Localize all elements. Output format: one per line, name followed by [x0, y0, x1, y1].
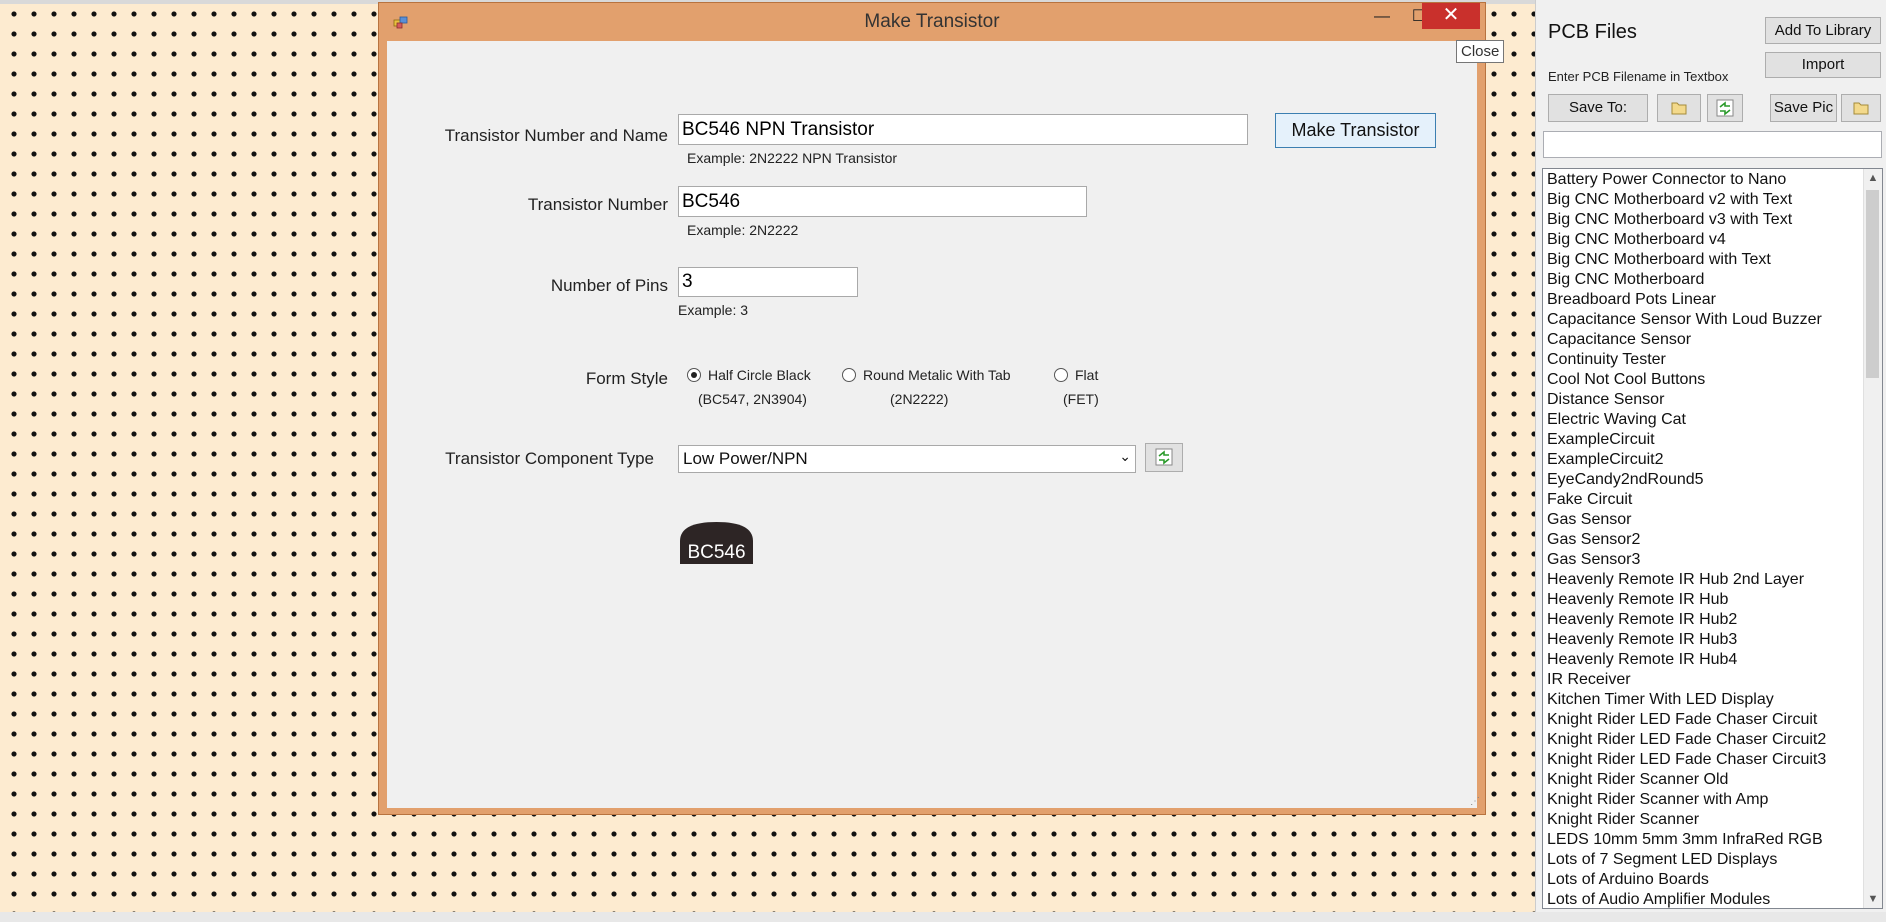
name-hint: Example: 2N2222 NPN Transistor: [687, 150, 898, 166]
folder-icon: [1671, 102, 1687, 115]
radio-dot-selected[interactable]: [687, 368, 701, 382]
dialog-title: Make Transistor: [864, 11, 1000, 32]
scroll-thumb[interactable]: [1866, 190, 1879, 378]
list-item[interactable]: Big CNC Motherboard v3 with Text: [1547, 210, 1863, 230]
list-item[interactable]: Lots of Audio Amplifier Modules: [1547, 890, 1863, 908]
pic-folder-button[interactable]: [1841, 94, 1881, 122]
radio-sublabel: (BC547, 2N3904): [698, 391, 807, 407]
list-item[interactable]: Big CNC Motherboard v4: [1547, 230, 1863, 250]
list-item[interactable]: Big CNC Motherboard with Text: [1547, 250, 1863, 270]
close-tooltip: Close: [1456, 40, 1505, 63]
list-item[interactable]: IR Receiver: [1547, 670, 1863, 690]
radio-sublabel: (FET): [1063, 391, 1099, 407]
transistor-preview-label: BC546: [687, 542, 745, 563]
transistor-preview: BC546: [680, 522, 753, 564]
save-to-button[interactable]: Save To:: [1548, 94, 1648, 122]
list-item[interactable]: Capacitance Sensor With Loud Buzzer: [1547, 310, 1863, 330]
dialog-titlebar[interactable]: Make Transistor — ☐ ✕: [379, 3, 1485, 39]
save-pic-button[interactable]: Save Pic: [1770, 94, 1837, 122]
radio-label: Half Circle Black: [708, 367, 811, 383]
chevron-down-icon: ⌄: [1119, 448, 1131, 464]
radio-flat[interactable]: Flat: [1054, 367, 1098, 383]
list-scrollbar[interactable]: ▲ ▼: [1863, 169, 1882, 908]
close-button[interactable]: ✕: [1422, 3, 1480, 29]
radio-dot[interactable]: [842, 368, 856, 382]
status-strip: [0, 912, 1886, 922]
list-item[interactable]: Heavenly Remote IR Hub2: [1547, 610, 1863, 630]
list-item[interactable]: Knight Rider Scanner: [1547, 810, 1863, 830]
open-folder-button[interactable]: [1657, 94, 1701, 122]
list-item[interactable]: Knight Rider LED Fade Chaser Circuit: [1547, 710, 1863, 730]
filename-textbox[interactable]: [1543, 131, 1882, 158]
minimize-button[interactable]: —: [1364, 3, 1400, 31]
list-item[interactable]: Cool Not Cool Buttons: [1547, 370, 1863, 390]
component-type-value: Low Power/NPN: [683, 449, 808, 468]
list-item[interactable]: Knight Rider LED Fade Chaser Circuit3: [1547, 750, 1863, 770]
list-item[interactable]: Heavenly Remote IR Hub3: [1547, 630, 1863, 650]
list-item[interactable]: LEDS 10mm 5mm 3mm InfraRed RGB: [1547, 830, 1863, 850]
list-item[interactable]: Knight Rider LED Fade Chaser Circuit2: [1547, 730, 1863, 750]
list-item[interactable]: Knight Rider Scanner with Amp: [1547, 790, 1863, 810]
number-label: Transistor Number: [527, 195, 668, 214]
list-item[interactable]: Gas Sensor3: [1547, 550, 1863, 570]
list-item[interactable]: Big CNC Motherboard: [1547, 270, 1863, 290]
dialog-client-area: [387, 41, 1477, 808]
type-label: Transistor Component Type: [445, 449, 654, 468]
list-item[interactable]: Kitchen Timer With LED Display: [1547, 690, 1863, 710]
list-item[interactable]: Battery Power Connector to Nano: [1547, 170, 1863, 190]
scroll-up-icon[interactable]: ▲: [1864, 170, 1882, 186]
component-type-select[interactable]: Low Power/NPN ⌄: [678, 445, 1136, 473]
list-item[interactable]: Heavenly Remote IR Hub: [1547, 590, 1863, 610]
pcb-files-title: PCB Files: [1548, 21, 1637, 43]
pins-input[interactable]: [678, 267, 858, 297]
refresh-icon: [1155, 448, 1173, 466]
list-item[interactable]: Knight Rider Scanner Old: [1547, 770, 1863, 790]
refresh-type-button[interactable]: [1145, 443, 1183, 472]
radio-half-circle-black[interactable]: Half Circle Black: [687, 367, 811, 383]
pcb-file-list[interactable]: Battery Power Connector to Nano Big CNC M…: [1542, 168, 1883, 909]
radio-round-metalic[interactable]: Round Metalic With Tab: [842, 367, 1011, 383]
list-item[interactable]: Fake Circuit: [1547, 490, 1863, 510]
pins-hint: Example: 3: [678, 302, 749, 318]
make-transistor-button[interactable]: Make Transistor: [1275, 113, 1436, 148]
radio-label: Round Metalic With Tab: [863, 367, 1011, 383]
refresh-list-button[interactable]: [1707, 94, 1743, 122]
list-item[interactable]: ExampleCircuit: [1547, 430, 1863, 450]
list-item[interactable]: Heavenly Remote IR Hub 2nd Layer: [1547, 570, 1863, 590]
list-item[interactable]: Electric Waving Cat: [1547, 410, 1863, 430]
radio-sublabel: (2N2222): [890, 391, 949, 407]
file-list-items: Battery Power Connector to Nano Big CNC M…: [1547, 170, 1863, 908]
list-item[interactable]: ExampleCircuit2: [1547, 450, 1863, 470]
name-input[interactable]: [678, 114, 1248, 145]
list-item[interactable]: Big CNC Motherboard v2 with Text: [1547, 190, 1863, 210]
list-item[interactable]: Breadboard Pots Linear: [1547, 290, 1863, 310]
add-to-library-button[interactable]: Add To Library: [1765, 17, 1881, 44]
list-item[interactable]: Heavenly Remote IR Hub4: [1547, 650, 1863, 670]
radio-dot[interactable]: [1054, 368, 1068, 382]
form-style-label: Form Style: [585, 369, 668, 388]
number-hint: Example: 2N2222: [687, 222, 799, 238]
pins-label: Number of Pins: [550, 276, 668, 295]
filename-hint: Enter PCB Filename in Textbox: [1548, 69, 1729, 84]
number-input[interactable]: [678, 186, 1087, 217]
refresh-icon: [1716, 99, 1734, 117]
list-item[interactable]: Gas Sensor2: [1547, 530, 1863, 550]
scroll-down-icon[interactable]: ▼: [1864, 891, 1882, 907]
list-item[interactable]: Distance Sensor: [1547, 390, 1863, 410]
pcb-files-panel: PCB Files Add To Library Import Enter PC…: [1535, 0, 1886, 912]
list-item[interactable]: Gas Sensor: [1547, 510, 1863, 530]
list-item[interactable]: EyeCandy2ndRound5: [1547, 470, 1863, 490]
folder-icon: [1853, 102, 1869, 115]
name-label: Transistor Number and Name: [444, 126, 668, 145]
list-item[interactable]: Lots of 7 Segment LED Displays: [1547, 850, 1863, 870]
radio-label: Flat: [1075, 367, 1099, 383]
list-item[interactable]: Capacitance Sensor: [1547, 330, 1863, 350]
list-item[interactable]: Lots of Arduino Boards: [1547, 870, 1863, 890]
resize-grip[interactable]: ⋰: [1470, 796, 1480, 807]
list-item[interactable]: Continuity Tester: [1547, 350, 1863, 370]
import-button[interactable]: Import: [1765, 52, 1881, 78]
